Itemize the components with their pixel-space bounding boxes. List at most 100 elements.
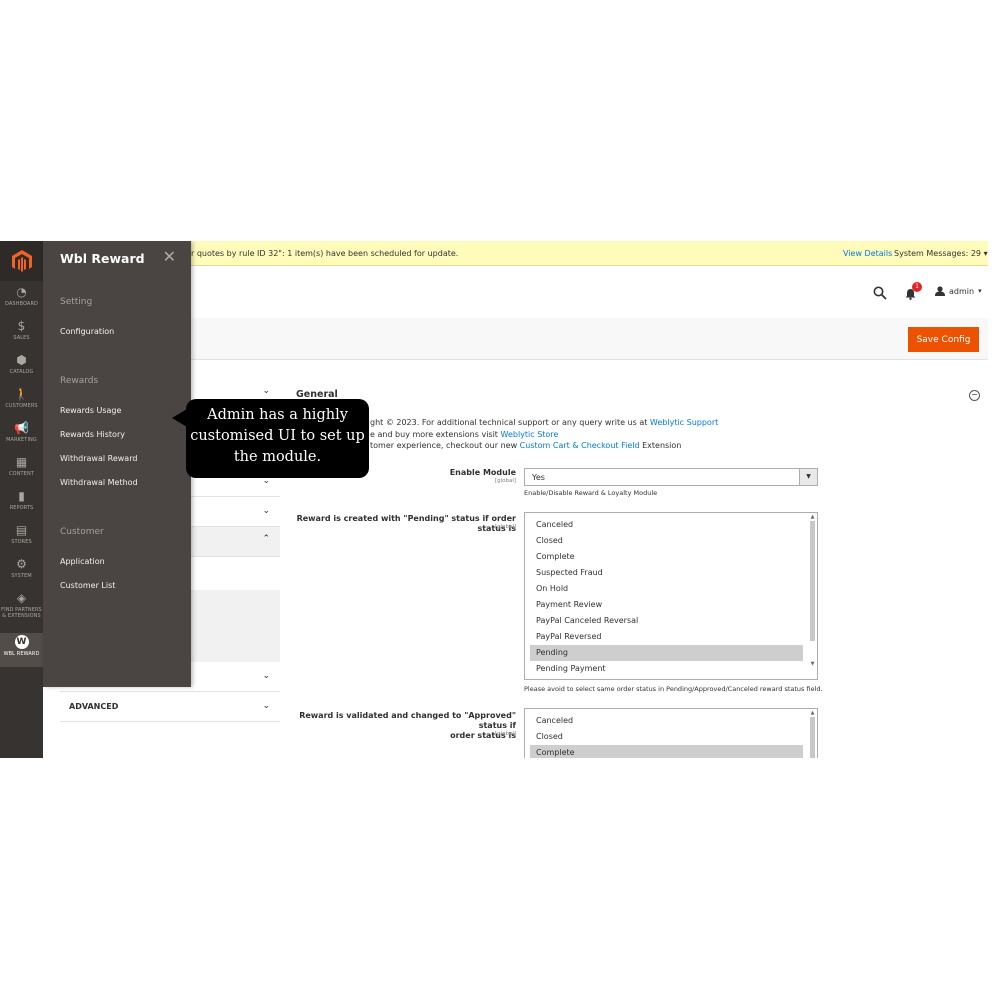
pending-status-multiselect[interactable]: ▲ ▼ Canceled Closed Complete Suspected Frau… [524, 512, 818, 680]
scroll-down-icon[interactable]: ▼ [809, 661, 816, 667]
nav-item-label: WBL REWARD [3, 651, 40, 657]
weblytic-store-link[interactable]: Weblytic Store [501, 430, 559, 439]
flyout-link-customer-list[interactable]: Customer List [60, 581, 115, 590]
flyout-link-rewards-usage[interactable]: Rewards Usage [60, 406, 121, 415]
admin-sidebar: ◔ DASHBOARD $ SALES ⬢ CATALOG 🚶 CUSTOMERS 📢 MARKE… [0, 241, 43, 758]
status-option[interactable]: Pending Payment [530, 661, 803, 677]
admin-screen: ◔ DASHBOARD $ SALES ⬢ CATALOG 🚶 CUSTOMERS 📢 MARKE… [0, 241, 988, 758]
enable-module-note: Enable/Disable Reward & Loyalty Module [524, 489, 658, 497]
search-icon[interactable] [873, 285, 887, 304]
approved-label-line1: Reward is validated and changed to "Appr… [299, 711, 516, 730]
flyout-link-withdrawal-reward[interactable]: Withdrawal Reward [60, 454, 137, 463]
gear-icon: ⚙ [16, 557, 27, 571]
bar-chart-icon: ▮ [18, 489, 25, 503]
nav-item-reports[interactable]: ▮ REPORTS [0, 489, 43, 523]
promo-callout: Admin has a highly customised UI to set … [186, 399, 369, 478]
callout-line: customised UI to set up [190, 428, 365, 444]
nav-item-system[interactable]: ⚙ SYSTEM [0, 557, 43, 591]
nav-item-label: & EXTENSIONS [2, 613, 41, 619]
status-option[interactable]: Complete [530, 745, 803, 758]
nav-item-label: SALES [13, 335, 30, 341]
system-messages-toggle[interactable]: System Messages: 29 ▾ [894, 249, 988, 258]
nav-item-marketing[interactable]: 📢 MARKETING [0, 421, 43, 455]
scrollbar[interactable]: ▲ [809, 709, 816, 758]
flyout-group-customer: Customer [60, 527, 104, 537]
nav-item-dashboard[interactable]: ◔ DASHBOARD [0, 285, 43, 319]
close-icon[interactable]: ✕ [163, 249, 176, 265]
scrollbar[interactable]: ▲ ▼ [809, 513, 816, 679]
nav-item-label: DASHBOARD [5, 301, 38, 307]
chevron-down-icon: ⌄ [262, 386, 270, 396]
callout-pointer [172, 409, 187, 427]
flyout-link-withdrawal-method[interactable]: Withdrawal Method [60, 478, 138, 487]
info-support-line: ght © 2023. For additional technical sup… [370, 418, 718, 427]
box-icon: ◈ [16, 591, 27, 605]
nav-item-label: SYSTEM [11, 573, 32, 579]
status-option[interactable]: Canceled [530, 713, 803, 729]
status-option[interactable]: Complete [530, 549, 803, 565]
status-option[interactable]: Canceled [530, 517, 803, 533]
approved-status-multiselect[interactable]: ▲ Canceled Closed Complete [524, 708, 818, 758]
enable-module-value: Yes [532, 473, 545, 482]
nav-item-sales[interactable]: $ SALES [0, 319, 43, 353]
nav-item-content[interactable]: ▦ CONTENT [0, 455, 43, 489]
tab-advanced-label: ADVANCED [69, 702, 119, 711]
info-extension-line: tomer experience, checkout our new Custo… [370, 441, 681, 450]
notifications-button[interactable]: 1 [905, 282, 922, 304]
save-config-button[interactable]: Save Config [908, 327, 979, 352]
flyout-link-application[interactable]: Application [60, 557, 105, 566]
scroll-up-icon[interactable]: ▲ [809, 710, 816, 716]
wbl-icon: W [0, 633, 43, 649]
chevron-down-icon: ⌄ [262, 671, 270, 681]
status-warning-note: Please avoid to select same order status… [524, 685, 823, 693]
enable-module-select[interactable]: Yes ▼ [524, 468, 818, 486]
flyout-title: Wbl Reward [60, 251, 145, 266]
scroll-thumb[interactable] [810, 717, 815, 758]
megaphone-icon: 📢 [14, 421, 29, 435]
status-option[interactable]: Closed [530, 533, 803, 549]
scroll-thumb[interactable] [810, 521, 815, 641]
layout-icon: ▦ [15, 455, 28, 469]
user-icon [935, 286, 945, 296]
nav-item-label: STORES [11, 539, 32, 545]
weblytic-support-link[interactable]: Weblytic Support [650, 418, 718, 427]
nav-item-customers[interactable]: 🚶 CUSTOMERS [0, 387, 43, 421]
system-messages-label: System Messages: 29 [894, 249, 982, 258]
custom-cart-link[interactable]: Custom Cart & Checkout Field [520, 441, 640, 450]
status-option[interactable]: Payment Review [530, 597, 803, 613]
status-option[interactable]: PayPal Reversed [530, 629, 803, 645]
wbl-reward-flyout: Wbl Reward ✕ Setting Configuration Rewar… [43, 241, 191, 687]
nav-item-label: CUSTOMERS [5, 403, 38, 409]
scope-label: [global] [494, 478, 516, 484]
chevron-down-icon: ⌄ [262, 506, 270, 516]
nav-item-find-partners[interactable]: ◈ FIND PARTNERS & EXTENSIONS [0, 591, 43, 625]
status-option[interactable]: Pending [530, 645, 803, 661]
chevron-down-icon: ⌄ [262, 701, 270, 711]
chevron-down-icon: ▾ [983, 249, 988, 258]
nav-item-label: CATALOG [9, 369, 34, 375]
status-option[interactable]: Closed [530, 729, 803, 745]
config-tab-advanced[interactable]: ADVANCED ⌄ [60, 692, 280, 722]
nav-item-wbl-reward[interactable]: W WBL REWARD [0, 633, 43, 667]
nav-item-label: REPORTS [9, 505, 34, 511]
scope-label: [global] [494, 524, 516, 530]
chevron-up-icon: ⌃ [262, 534, 270, 544]
chevron-down-icon: ▼ [799, 469, 817, 485]
person-icon: 🚶 [14, 387, 29, 401]
flyout-link-rewards-history[interactable]: Rewards History [60, 430, 125, 439]
scroll-up-icon[interactable]: ▲ [809, 514, 816, 520]
flyout-link-configuration[interactable]: Configuration [60, 327, 114, 336]
flyout-group-setting: Setting [60, 297, 93, 307]
status-option[interactable]: Suspected Fraud [530, 565, 803, 581]
status-option[interactable]: On Hold [530, 581, 803, 597]
flyout-group-rewards: Rewards [60, 376, 99, 386]
magento-logo[interactable] [0, 241, 43, 281]
view-details-link[interactable]: View Details [843, 249, 892, 258]
nav-item-label: CONTENT [9, 471, 34, 477]
status-option[interactable]: PayPal Canceled Reversal [530, 613, 803, 629]
nav-item-stores[interactable]: ▤ STORES [0, 523, 43, 557]
admin-user-menu[interactable]: admin ▾ [935, 286, 982, 296]
info-text: Extension [639, 441, 682, 450]
nav-item-catalog[interactable]: ⬢ CATALOG [0, 353, 43, 387]
collapse-icon[interactable]: − [969, 390, 980, 401]
